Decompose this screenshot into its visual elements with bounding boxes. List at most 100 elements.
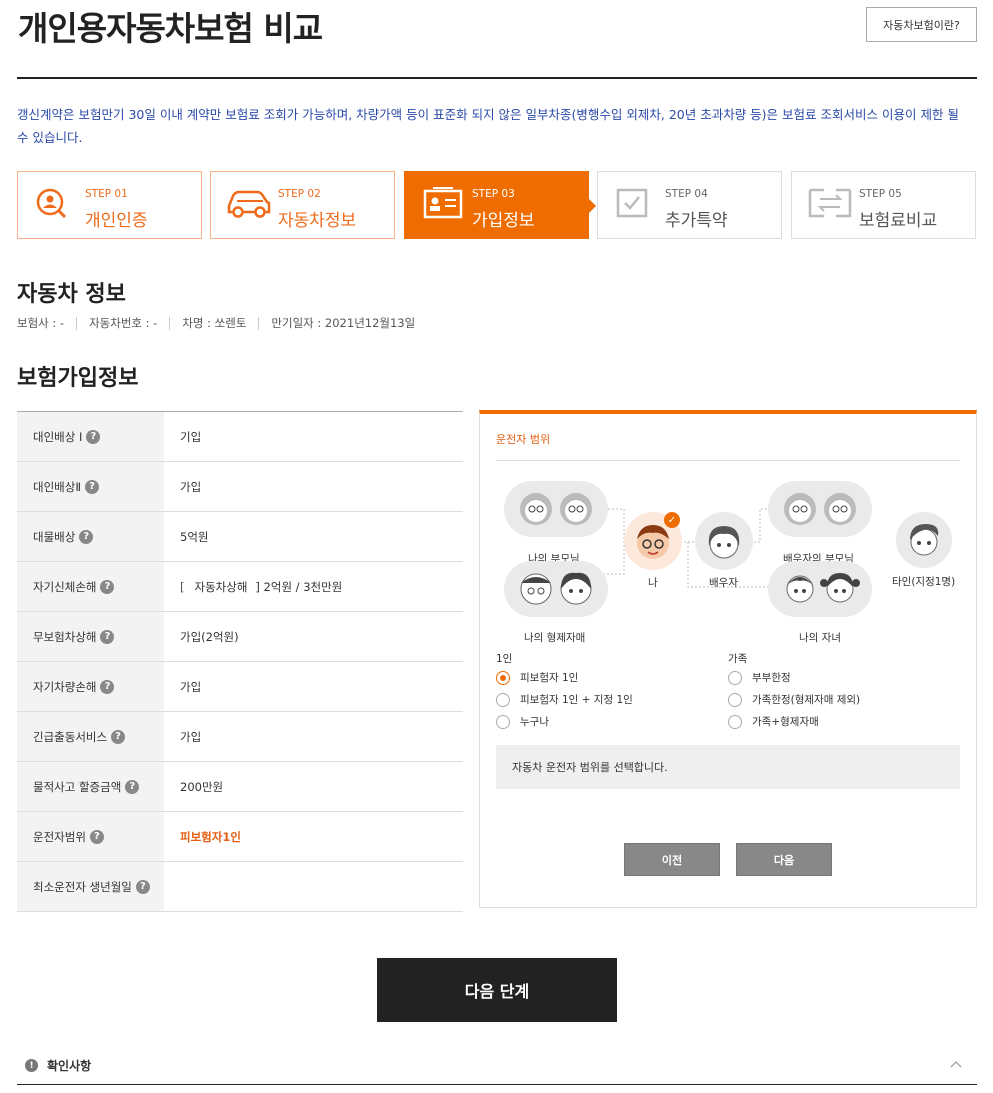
radio-button[interactable] [496, 714, 510, 729]
car-insurance-info-button[interactable]: 자동차보험이란? [866, 7, 977, 42]
row-value: 200만원 [180, 779, 224, 794]
help-icon[interactable]: ? [79, 529, 94, 544]
step-1[interactable]: STEP 01 개인인증 [17, 171, 202, 239]
checkbox-icon [616, 188, 648, 218]
row-label: 자기차량손해? [17, 662, 164, 711]
insurance-info-title: 보험가입정보 [17, 366, 139, 391]
table-row: 물적사고 할증금액? 200만원 [17, 762, 463, 812]
step-3[interactable]: STEP 03 가입정보 [404, 171, 596, 239]
prev-button[interactable]: 이전 [624, 843, 720, 876]
table-row: 무보험차상해? 가입(2억원) [17, 612, 463, 662]
expiry-date-item: 만기일자 : 2021년12월13일 [258, 317, 427, 330]
table-row: 대인배상 I? 기입 [17, 412, 463, 462]
option-family-only[interactable]: 가족한정(형제자매 제외) [728, 692, 860, 707]
children-faces-icon [786, 573, 860, 603]
radio-button[interactable] [728, 714, 742, 729]
step-5[interactable]: STEP 05 보험료비교 [791, 171, 976, 239]
help-icon[interactable]: ? [125, 779, 140, 794]
step-3-label: 가입정보 [472, 211, 535, 231]
row-label: 무보험차상해? [17, 612, 164, 661]
row-value: 기입 [180, 429, 202, 444]
driver-range-panel: 운전자 범위 나의 부모님 나의 형제자매 ✓ 나 배우자 배우자의 부모님 나… [479, 410, 977, 908]
row-label: 긴급출동서비스? [17, 712, 164, 761]
step-1-label: 개인인증 [85, 211, 148, 231]
chevron-up-icon[interactable] [949, 1057, 963, 1071]
option-couple-only[interactable]: 부부한정 [728, 670, 791, 685]
car-name-item: 차명 : 쏘렌토 [169, 317, 258, 330]
row-label: 대물배상? [17, 512, 164, 561]
info-icon: ! [25, 1059, 38, 1072]
table-row: 자기차량손해? 가입 [17, 662, 463, 712]
row-value[interactable]: 피보험자1인 [164, 812, 463, 861]
row-label: 물적사고 할증금액? [17, 762, 164, 811]
row-value: 가입(2억원) [180, 629, 239, 644]
title-divider [17, 77, 977, 79]
spouse-face-icon [708, 526, 740, 559]
step-2-label: 자동차정보 [278, 211, 357, 231]
row-value: 가입 [180, 679, 202, 694]
description-box: 자동차 운전자 범위를 선택합니다. [496, 745, 960, 789]
help-icon[interactable]: ? [100, 629, 115, 644]
option-anyone[interactable]: 누구나 [496, 714, 549, 729]
driver-diagram: 나의 부모님 나의 형제자매 ✓ 나 배우자 배우자의 부모님 나의 자녀 타인… [480, 464, 976, 644]
table-row: 대인배상Ⅱ? 가입 [17, 462, 463, 512]
my-siblings-label: 나의 형제자매 [524, 632, 586, 644]
siblings-faces-icon [520, 572, 592, 605]
person-search-icon [36, 188, 67, 219]
car-icon [227, 190, 271, 218]
panel-title: 운전자 범위 [496, 433, 551, 446]
parents-faces-icon [520, 493, 592, 525]
insurer-item: 보험사 : - [17, 316, 65, 330]
table-row: 대물배상? 5억원 [17, 512, 463, 562]
coverage-type: 자동차상해 [194, 579, 248, 594]
step-4-label: 추가특약 [665, 211, 728, 231]
option-family-siblings[interactable]: 가족+형제자매 [728, 714, 819, 729]
step-5-number: STEP 05 [859, 188, 902, 200]
spouse-label: 배우자 [709, 577, 738, 589]
plate-number-item: 자동차번호 : - [76, 317, 169, 330]
radio-button[interactable] [496, 692, 510, 707]
table-row: 자기신체손해? [ 자동차상해 ] 2억원 / 3천만원 [17, 562, 463, 612]
step-4-number: STEP 04 [665, 188, 708, 200]
help-icon[interactable]: ? [89, 829, 104, 844]
selected-check-badge: ✓ [664, 512, 680, 528]
row-label: 운전자범위? [17, 812, 164, 861]
help-icon[interactable]: ? [100, 579, 115, 594]
option-insured-only[interactable]: 피보험자 1인 [496, 670, 578, 685]
help-icon[interactable]: ? [84, 479, 99, 494]
confirm-section[interactable]: ! 확인사항 [17, 1047, 977, 1085]
compare-icon [808, 188, 852, 218]
step-1-number: STEP 01 [85, 188, 128, 200]
help-icon[interactable]: ? [86, 429, 101, 444]
help-icon[interactable]: ? [100, 679, 115, 694]
table-row: 운전자범위? 피보험자1인 [17, 812, 463, 862]
step-navigation: STEP 01 개인인증 STEP 02 자동차정보 STEP 03 가입정보 … [17, 171, 977, 239]
group-family-heading: 가족 [728, 653, 748, 665]
panel-divider [496, 460, 960, 461]
other-face-icon [910, 524, 939, 556]
coverage-amount: ] 2억원 / 3천만원 [255, 579, 343, 594]
help-icon[interactable]: ? [135, 879, 150, 894]
radio-button[interactable] [728, 670, 742, 685]
step-2[interactable]: STEP 02 자동차정보 [210, 171, 395, 239]
notice-text: 갱신계약은 보험만기 30일 이내 계약만 보험료 조회가 가능하며, 차량가액… [17, 107, 959, 145]
my-children-label: 나의 자녀 [799, 632, 841, 644]
radio-button[interactable] [728, 692, 742, 707]
option-insured-plus-one[interactable]: 피보험자 1인 + 지정 1인 [496, 692, 633, 707]
bracket-open: [ [180, 579, 185, 594]
row-value: 가입 [180, 479, 202, 494]
group-single-heading: 1인 [496, 653, 513, 665]
radio-button[interactable] [496, 670, 510, 685]
step-4[interactable]: STEP 04 추가특약 [597, 171, 782, 239]
help-icon[interactable]: ? [111, 729, 126, 744]
step-5-label: 보험료비교 [859, 211, 938, 231]
row-value[interactable] [164, 862, 463, 911]
next-step-button[interactable]: 다음 단계 [377, 958, 617, 1022]
row-value: [ 자동차상해 ] 2억원 / 3천만원 [164, 562, 463, 611]
row-label: 최소운전자 생년월일? [17, 862, 164, 911]
confirm-title: 확인사항 [47, 1059, 92, 1073]
table-row: 최소운전자 생년월일? [17, 862, 463, 912]
row-label: 대인배상 I? [17, 412, 164, 461]
other-label: 타인(지정1명) [892, 576, 956, 588]
next-button[interactable]: 다음 [736, 843, 832, 876]
